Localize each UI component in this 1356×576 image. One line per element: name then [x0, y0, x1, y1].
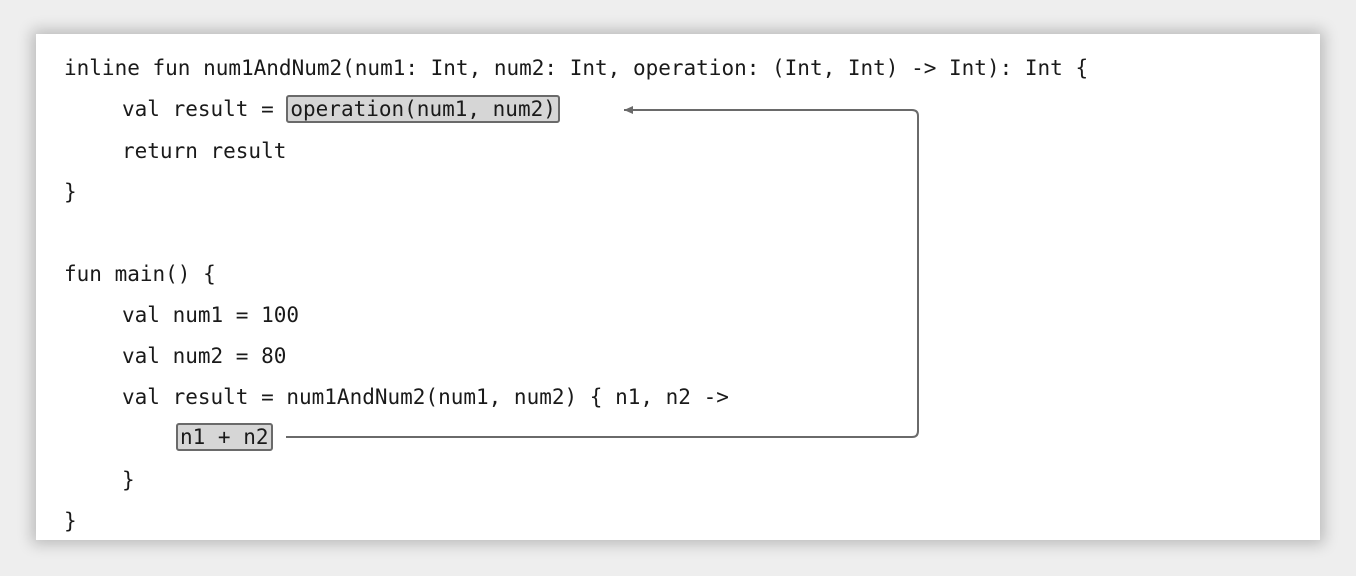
arrow-connector	[286, 106, 919, 438]
arrow-path	[286, 106, 919, 438]
code-card: inline fun num1AndNum2(num1: Int, num2: …	[36, 34, 1320, 540]
